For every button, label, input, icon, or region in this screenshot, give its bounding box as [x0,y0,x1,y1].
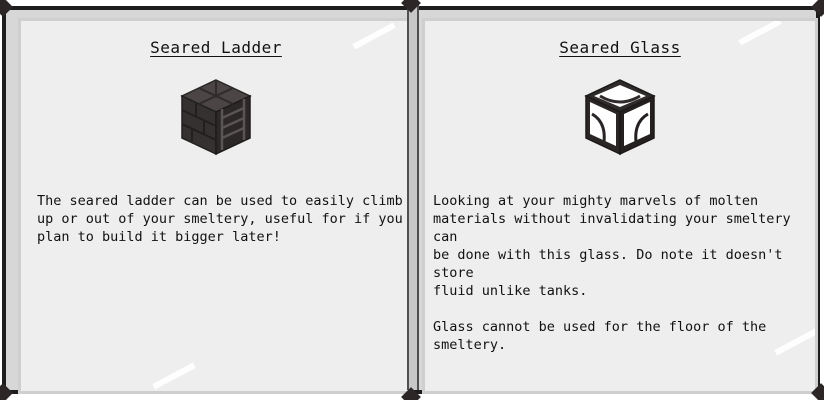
page-shine [152,362,196,390]
page-body-text: The seared ladder can be used to easily … [37,193,403,245]
right-page: Seared Glass Looking at your mighty marv… [422,18,818,394]
page-title: Seared Ladder [150,38,282,57]
book: Seared Ladder The seared ladder can be u… [0,0,824,400]
seared-ladder-block-icon [176,78,256,158]
seared-glass-block-icon [580,78,660,158]
page-body-text: Looking at your mighty marvels of molten… [433,193,791,353]
book-spine [407,4,419,390]
page-title: Seared Glass [559,38,681,57]
left-page: Seared Ladder The seared ladder can be u… [18,18,414,394]
